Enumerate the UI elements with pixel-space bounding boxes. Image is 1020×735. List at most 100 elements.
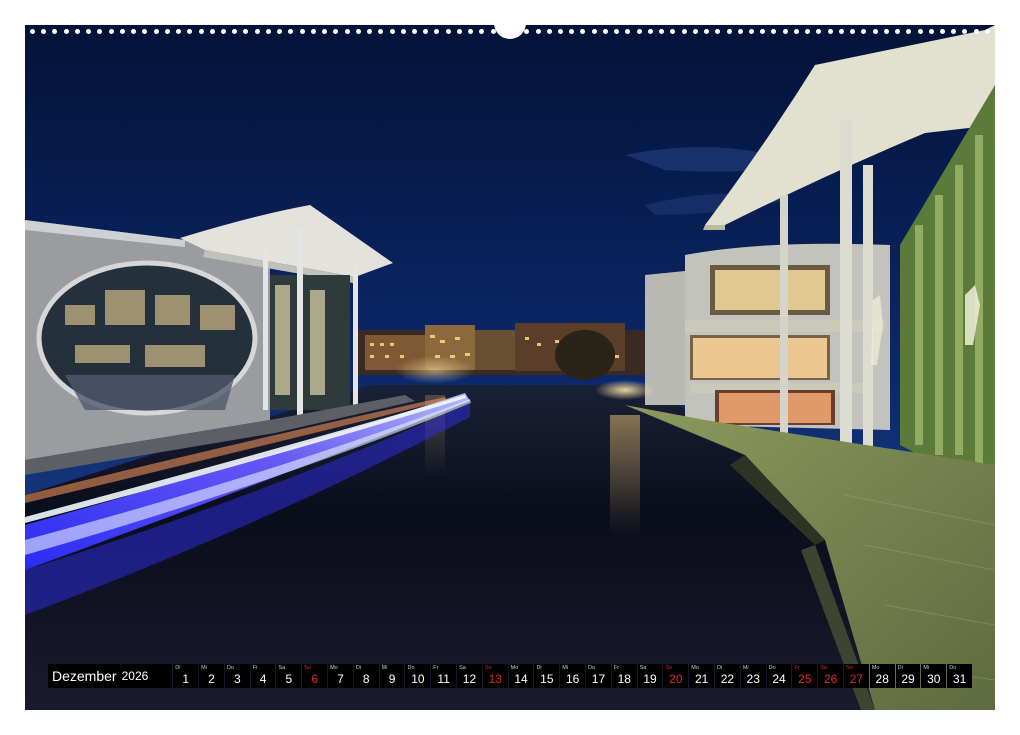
weekday-label: Do bbox=[226, 665, 234, 671]
binding-hole bbox=[333, 28, 339, 34]
weekday-label: Mo bbox=[691, 665, 699, 671]
month-year: 2026 bbox=[121, 669, 149, 683]
calendar-photo bbox=[25, 25, 995, 710]
binding-hole bbox=[591, 28, 597, 34]
weekday-label: Di bbox=[717, 665, 723, 671]
binding-hole bbox=[524, 28, 530, 34]
day-number: 21 bbox=[694, 672, 709, 686]
day-number: 18 bbox=[617, 672, 631, 686]
weekday-label: So bbox=[846, 665, 853, 671]
day-number: 5 bbox=[285, 672, 293, 686]
binding-hole bbox=[378, 28, 384, 34]
day-cell: Do 10 bbox=[405, 664, 431, 688]
binding-hole bbox=[97, 28, 103, 34]
day-cell: Fr 25 bbox=[792, 664, 818, 688]
day-cell: Di 1 bbox=[173, 664, 199, 688]
binding-hole bbox=[895, 28, 901, 34]
day-cell: Mo 14 bbox=[508, 664, 534, 688]
binding-hole bbox=[468, 28, 474, 34]
month-name: Dezember bbox=[52, 668, 117, 684]
day-number: 11 bbox=[437, 672, 450, 686]
day-number: 1 bbox=[182, 672, 190, 686]
day-cell: Mi 2 bbox=[199, 664, 224, 688]
binding-hole bbox=[715, 28, 721, 34]
binding-hole bbox=[119, 28, 125, 34]
weekday-label: Fr bbox=[252, 665, 258, 671]
binding-hole bbox=[243, 28, 249, 34]
binding-hole bbox=[951, 28, 957, 34]
binding-hole bbox=[209, 28, 215, 34]
day-cell: Mi 9 bbox=[379, 664, 405, 688]
binding-hole bbox=[704, 28, 710, 34]
binding-hole bbox=[423, 28, 429, 34]
day-cell: Mi 30 bbox=[921, 664, 947, 688]
binding-hole bbox=[434, 28, 440, 34]
day-number: 24 bbox=[772, 672, 786, 686]
binding-hole bbox=[861, 28, 867, 34]
binding-hole bbox=[614, 28, 620, 34]
binding-hole bbox=[636, 28, 642, 34]
binding-hole bbox=[86, 28, 92, 34]
day-cell: Mi 16 bbox=[560, 664, 586, 688]
night-river-scene bbox=[25, 25, 995, 710]
weekday-label: So bbox=[665, 665, 673, 671]
binding-hole bbox=[602, 28, 608, 34]
day-number: 15 bbox=[540, 672, 554, 686]
weekday-label: Mo bbox=[871, 665, 880, 671]
day-number: 12 bbox=[462, 672, 477, 686]
binding-hole bbox=[984, 28, 990, 34]
day-number: 7 bbox=[337, 672, 344, 686]
binding-hole bbox=[153, 28, 159, 34]
binding-hole bbox=[569, 28, 575, 34]
day-number: 25 bbox=[798, 672, 812, 686]
weekday-label: Di bbox=[536, 665, 542, 671]
weekday-label: Fr bbox=[613, 665, 620, 671]
binding-hole bbox=[63, 28, 69, 34]
day-number: 8 bbox=[362, 672, 370, 686]
binding-hole bbox=[142, 28, 148, 34]
day-cell: Di 22 bbox=[715, 664, 740, 688]
day-cell: Sa 5 bbox=[276, 664, 302, 688]
binding-hole bbox=[973, 28, 979, 34]
day-number: 3 bbox=[233, 672, 241, 686]
binding-hole bbox=[838, 28, 844, 34]
binding-hole bbox=[445, 28, 451, 34]
binding-hole bbox=[647, 28, 653, 34]
binding-hole bbox=[681, 28, 687, 34]
binding-hole bbox=[277, 28, 283, 34]
weekday-label: Sa bbox=[278, 665, 286, 671]
day-number: 4 bbox=[259, 672, 267, 686]
binding-hole bbox=[74, 28, 80, 34]
weekday-label: Di bbox=[897, 665, 903, 671]
day-number: 30 bbox=[927, 672, 941, 686]
weekday-label: Do bbox=[949, 665, 957, 671]
binding-hole bbox=[827, 28, 833, 34]
binding-hole bbox=[749, 28, 754, 34]
binding-hole bbox=[254, 28, 260, 34]
day-cell: Fr 18 bbox=[611, 664, 637, 688]
binding-hole bbox=[883, 28, 889, 34]
day-number: 19 bbox=[643, 672, 657, 686]
binding-hole bbox=[917, 28, 923, 34]
binding-hole bbox=[962, 28, 968, 34]
binding-hole bbox=[535, 28, 541, 34]
binding-hole bbox=[625, 28, 631, 34]
binding-hole bbox=[670, 28, 676, 34]
weekday-label: Mo bbox=[510, 665, 519, 671]
binding-hole bbox=[558, 28, 564, 34]
day-number: 16 bbox=[565, 672, 580, 686]
binding-hole bbox=[355, 28, 361, 34]
day-cell: Di 29 bbox=[895, 664, 921, 688]
day-cell: Sa 12 bbox=[457, 664, 482, 688]
binding-hole bbox=[692, 28, 698, 34]
binding-hole bbox=[906, 28, 912, 34]
binding-hole bbox=[176, 28, 182, 34]
binding-hole bbox=[546, 28, 552, 34]
day-number: 6 bbox=[311, 672, 319, 686]
day-cell: Di 15 bbox=[534, 664, 560, 688]
binding-hole bbox=[928, 28, 934, 34]
binding-hole bbox=[265, 28, 271, 34]
binding-hole bbox=[220, 28, 226, 34]
binding-hole bbox=[816, 28, 822, 34]
day-cell: Mo 7 bbox=[328, 664, 353, 688]
